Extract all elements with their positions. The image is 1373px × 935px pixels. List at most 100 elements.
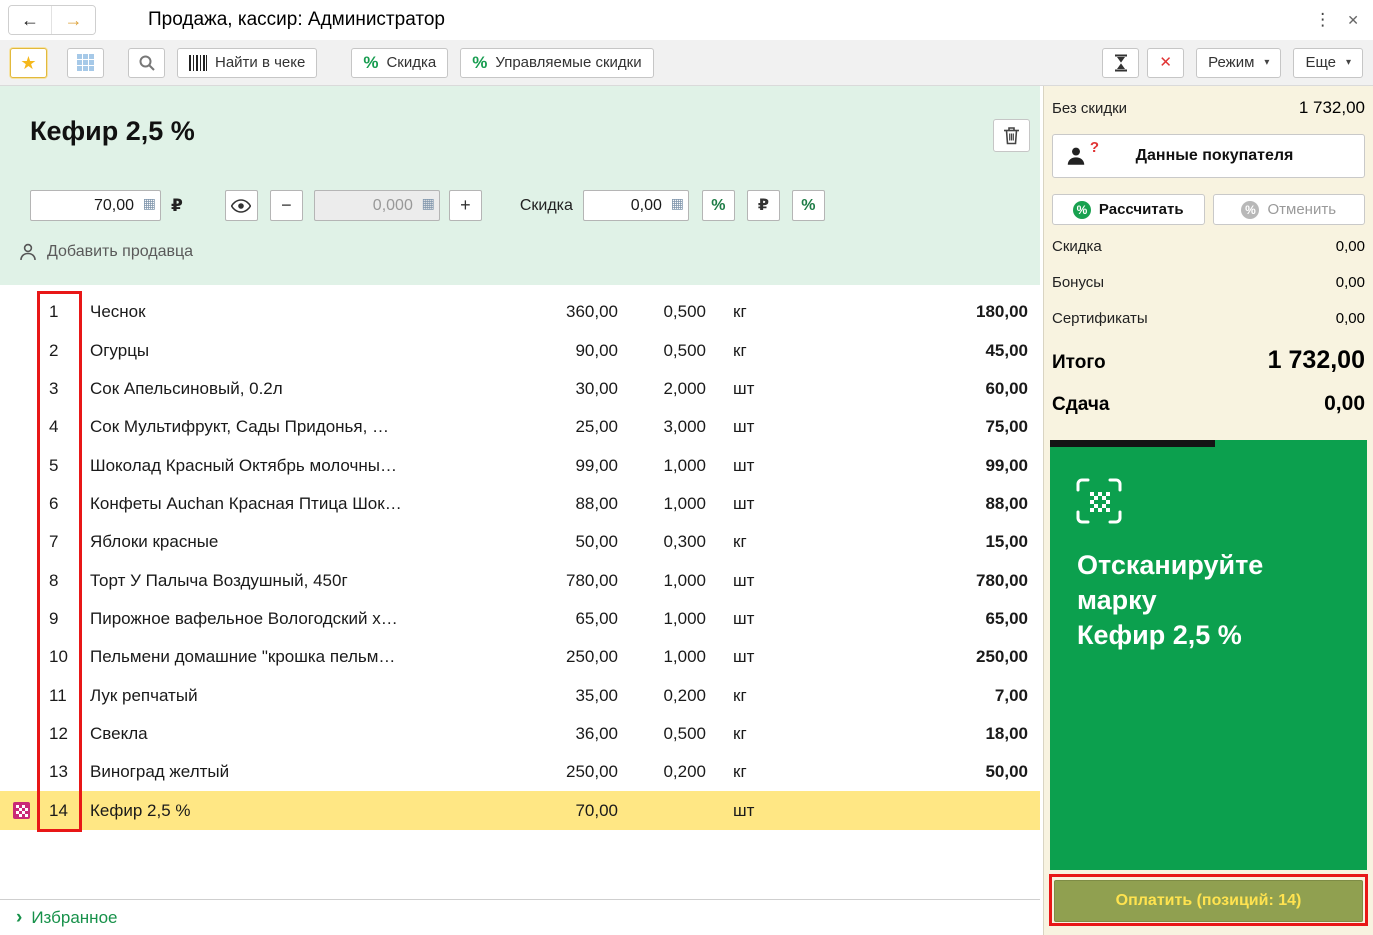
- receipt-item-row[interactable]: 7 Яблоки красные 50,00 0,300 кг 15,00: [0, 523, 1040, 561]
- show-price-button[interactable]: [225, 190, 258, 221]
- total-label: Итого: [1052, 352, 1106, 374]
- item-number: 10: [40, 647, 80, 667]
- plus-icon: +: [460, 195, 471, 216]
- managed-discounts-button[interactable]: % Управляемые скидки: [460, 48, 653, 78]
- receipt-item-row[interactable]: 4 Сок Мультифрукт, Сады Придонья, … 25,0…: [0, 408, 1040, 446]
- person-icon: [1065, 145, 1087, 167]
- title-actions: ⋮ ✕: [1314, 10, 1373, 30]
- no-discount-label: Без скидки: [1052, 100, 1127, 117]
- item-name: Виноград желтый: [80, 762, 508, 782]
- item-quantity: 3,000: [618, 417, 706, 437]
- item-price: 250,00: [508, 762, 618, 782]
- question-mark-icon: ?: [1090, 139, 1099, 156]
- discount-row-value: 0,00: [1336, 238, 1365, 255]
- bonus-row-value: 0,00: [1336, 274, 1365, 291]
- mode-button-label: Режим: [1208, 54, 1254, 71]
- item-number: 4: [40, 417, 80, 437]
- pos-window: ← → Продажа, кассир: Администратор ⋮ ✕ ★…: [0, 0, 1373, 935]
- receipt-item-row[interactable]: 3 Сок Апельсиновый, 0.2л 30,00 2,000 шт …: [0, 370, 1040, 408]
- receipt-item-row[interactable]: 13 Виноград желтый 250,00 0,200 кг 50,00: [0, 753, 1040, 791]
- item-total: 88,00: [784, 494, 1040, 514]
- back-button[interactable]: ←: [9, 6, 52, 34]
- mode-button[interactable]: Режим ▾: [1196, 48, 1281, 78]
- close-icon[interactable]: ✕: [1347, 12, 1359, 29]
- item-unit: шт: [706, 609, 784, 629]
- receipt-item-row[interactable]: 11 Лук репчатый 35,00 0,200 кг 7,00: [0, 676, 1040, 714]
- receipt-item-row[interactable]: 6 Конфеты Auchan Красная Птица Шок… 88,0…: [0, 485, 1040, 523]
- item-unit: кг: [706, 762, 784, 782]
- search-button[interactable]: [128, 48, 165, 78]
- forward-button[interactable]: →: [52, 6, 95, 34]
- item-quantity: 0,200: [618, 686, 706, 706]
- current-item-panel: Кефир 2,5 % ▦ ₽ − ▦ + Скидка ▦: [0, 86, 1040, 285]
- percent-icon: %: [711, 198, 725, 214]
- discount-field: ▦: [583, 190, 689, 221]
- receipt-item-row[interactable]: 8 Торт У Палыча Воздушный, 450г 780,00 1…: [0, 561, 1040, 599]
- item-total: 50,00: [784, 762, 1040, 782]
- discount-button[interactable]: % Скидка: [351, 48, 448, 78]
- item-total: 45,00: [784, 341, 1040, 361]
- item-name: Конфеты Auchan Красная Птица Шок…: [80, 494, 508, 514]
- calculator-icon[interactable]: ▦: [143, 196, 156, 210]
- arrow-right-icon: →: [65, 10, 83, 31]
- arrow-left-icon: ←: [21, 10, 39, 31]
- find-in-receipt-button[interactable]: Найти в чеке: [177, 48, 317, 78]
- percent-button[interactable]: %: [792, 190, 825, 221]
- person-icon: [18, 242, 38, 262]
- receipt-item-row[interactable]: 12 Свекла 36,00 0,500 кг 18,00: [0, 715, 1040, 753]
- currency-label: ₽: [171, 196, 183, 216]
- percent-icon: %: [801, 198, 815, 214]
- increase-quantity-button[interactable]: +: [449, 190, 482, 221]
- customer-icon: ?: [1065, 145, 1097, 167]
- receipt-item-row[interactable]: 10 Пельмени домашние "крошка пельм… 250,…: [0, 638, 1040, 676]
- cancel-receipt-button[interactable]: ✕: [1147, 48, 1184, 78]
- cancel-discounts-button[interactable]: % Отменить: [1213, 194, 1366, 225]
- pay-button[interactable]: Оплатить (позиций: 14): [1054, 880, 1363, 922]
- receipt-item-row[interactable]: 2 Огурцы 90,00 0,500 кг 45,00: [0, 331, 1040, 369]
- favorites-bar[interactable]: › Избранное: [0, 899, 1040, 935]
- item-total: 780,00: [784, 571, 1040, 591]
- receipt-item-row[interactable]: 9 Пирожное вафельное Вологодский х… 65,0…: [0, 600, 1040, 638]
- more-button[interactable]: Еще ▾: [1293, 48, 1363, 78]
- item-price: 35,00: [508, 686, 618, 706]
- postpone-receipt-button[interactable]: [1102, 48, 1139, 78]
- price-input[interactable]: [30, 190, 161, 221]
- delete-item-button[interactable]: [993, 119, 1030, 152]
- item-number: 3: [40, 379, 80, 399]
- favorites-star-button[interactable]: ★: [10, 48, 47, 78]
- item-price: 250,00: [508, 647, 618, 667]
- calculate-discounts-button[interactable]: % Рассчитать: [1052, 194, 1205, 225]
- receipt-item-row[interactable]: 14 Кефир 2,5 % 70,00 шт: [0, 791, 1040, 829]
- percent-badge-icon: %: [1073, 201, 1091, 219]
- window-title: Продажа, кассир: Администратор: [148, 9, 445, 31]
- menu-dots-icon[interactable]: ⋮: [1314, 10, 1331, 30]
- scan-message-text: Отсканируйте марку: [1077, 548, 1317, 618]
- ruble-discount-button[interactable]: ₽: [747, 190, 780, 221]
- item-name: Шоколад Красный Октябрь молочны…: [80, 456, 508, 476]
- discount-row-label: Скидка: [1052, 238, 1102, 255]
- search-icon: [138, 54, 156, 72]
- receipt-item-row[interactable]: 1 Чеснок 360,00 0,500 кг 180,00: [0, 293, 1040, 331]
- receipt-item-row[interactable]: 5 Шоколад Красный Октябрь молочны… 99,00…: [0, 446, 1040, 484]
- calculator-icon[interactable]: ▦: [671, 196, 684, 210]
- item-number: 6: [40, 494, 80, 514]
- item-quantity: 1,000: [618, 571, 706, 591]
- item-unit: кг: [706, 532, 784, 552]
- decrease-quantity-button[interactable]: −: [270, 190, 303, 221]
- chevron-down-icon: ▾: [1264, 57, 1269, 68]
- item-price: 70,00: [508, 801, 618, 821]
- percent-discount-button[interactable]: %: [702, 190, 735, 221]
- item-unit: кг: [706, 302, 784, 322]
- add-seller-button[interactable]: Добавить продавца: [18, 242, 193, 262]
- customer-data-button[interactable]: ? Данные покупателя: [1052, 134, 1365, 178]
- timer-bar: [1050, 440, 1215, 447]
- discount-label: Скидка: [520, 197, 573, 215]
- chevron-down-icon: ▾: [1346, 57, 1351, 68]
- item-name: Пирожное вафельное Вологодский х…: [80, 609, 508, 629]
- item-total: 250,00: [784, 647, 1040, 667]
- item-unit: шт: [706, 456, 784, 476]
- red-x-icon: ✕: [1159, 55, 1172, 70]
- item-name: Сок Апельсиновый, 0.2л: [80, 379, 508, 399]
- marking-icon: [0, 802, 40, 819]
- tiles-menu-button[interactable]: [67, 48, 104, 78]
